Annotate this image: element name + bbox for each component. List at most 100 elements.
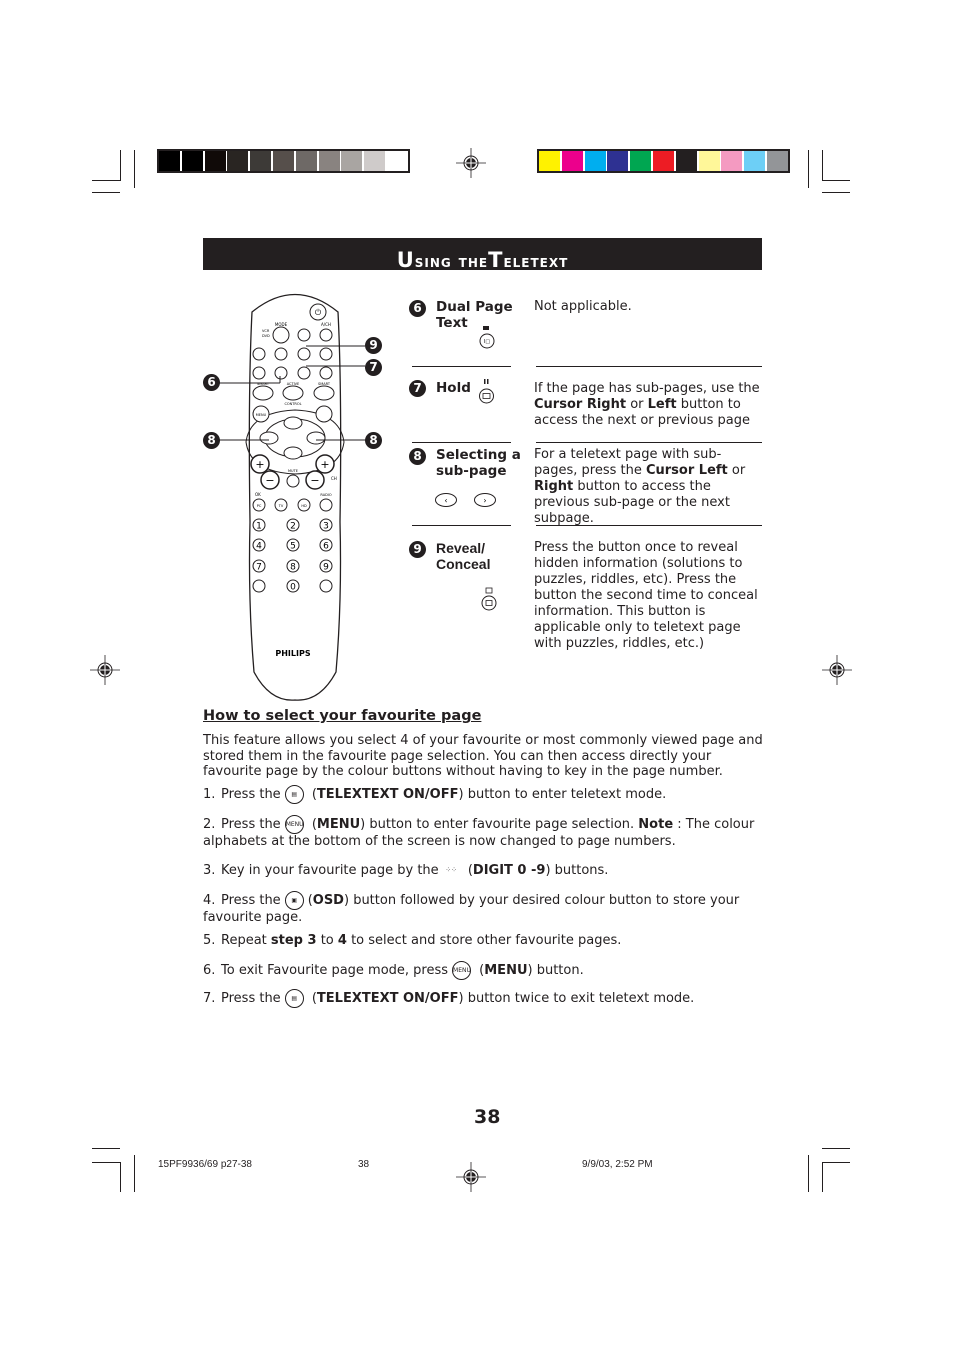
title-text: eletext: [503, 252, 569, 272]
footer-timestamp: 9/9/03, 2:52 PM: [582, 1159, 653, 1170]
remote-label-mute: MUTE: [288, 469, 298, 473]
crop-mark: [120, 150, 121, 181]
digit-keypad-icon: ⁘⁘: [445, 866, 458, 874]
color-swatch: [698, 151, 720, 171]
color-swatch: [539, 151, 560, 171]
remote-label-vcr: VCR: [262, 329, 270, 333]
crop-mark: [92, 192, 120, 193]
digit-label: 9: [323, 563, 329, 573]
feature-number: 9: [409, 541, 426, 558]
intro-paragraph: This feature allows you select 4 of your…: [203, 733, 763, 779]
menu-icon: MENU: [284, 815, 304, 834]
svg-text:I□: I□: [484, 339, 490, 345]
color-swatch: [744, 151, 766, 171]
grayscale-color-bar: [157, 149, 410, 173]
color-swatch: [652, 151, 674, 171]
step-5: 5. Repeat step 3 to 4 to select and store…: [203, 933, 622, 948]
footer-page: 38: [358, 1159, 370, 1170]
remote-label-menu: MENU: [256, 413, 267, 417]
section-title: Using the Teletext: [203, 238, 762, 272]
hold-icon: [479, 379, 494, 404]
svg-text:›: ›: [483, 496, 486, 505]
function-key: [252, 579, 266, 593]
remote-label-pc: PC: [257, 504, 262, 508]
teletext-icon: ▤: [284, 989, 304, 1008]
feature-number: 8: [409, 448, 426, 465]
crop-mark: [808, 150, 809, 188]
title-initial: U: [396, 248, 415, 272]
color-swatch: [675, 151, 697, 171]
color-swatch: [204, 151, 226, 171]
step-2: 2. Press the MENU (MENU) button to enter f…: [203, 815, 755, 849]
process-color-bar: [537, 149, 790, 173]
svg-text:⏻: ⏻: [315, 308, 322, 317]
remote-label-radio: RADIO: [320, 493, 331, 497]
remote-label-dvd: DVD: [262, 334, 270, 338]
crop-mark: [822, 150, 823, 181]
remote-brand-logo: PHILIPS: [275, 649, 310, 658]
remote-label-ok: OK: [255, 492, 261, 497]
remote-label-active: ACTIVE: [287, 382, 300, 386]
digit-label: 1: [256, 522, 262, 532]
crop-mark: [92, 180, 120, 181]
function-key: [319, 579, 333, 593]
remote-label-tv: TV: [278, 504, 284, 508]
digit-label: 4: [256, 542, 262, 552]
feature-label: Dual Page Text: [436, 299, 513, 331]
crop-mark: [822, 1148, 850, 1149]
feature-label: Selecting a sub-page: [436, 447, 521, 479]
callout-8-right: 8: [365, 432, 382, 449]
teletext-icon: ▤: [284, 785, 304, 804]
feature-description: Press the button once to reveal hidden i…: [534, 540, 758, 651]
digit-label: 0: [290, 583, 296, 593]
feature-label: Reveal/Conceal: [436, 540, 491, 572]
color-swatch: [607, 151, 629, 171]
remote-label-smart: SMART: [318, 382, 331, 386]
color-swatch: [341, 151, 363, 171]
color-swatch: [272, 151, 294, 171]
crop-mark: [822, 1162, 850, 1163]
dual-page-icon: I□: [479, 326, 495, 349]
callout-7: 7: [365, 359, 382, 376]
color-swatch: [721, 151, 743, 171]
crop-mark: [808, 1155, 809, 1192]
divider: [412, 525, 511, 526]
crop-mark: [822, 180, 850, 181]
crop-mark: [134, 1155, 135, 1192]
digit-label: 7: [256, 563, 262, 573]
divider: [536, 366, 762, 367]
crop-mark: [822, 192, 850, 193]
color-swatch: [181, 151, 203, 171]
digit-label: 6: [323, 542, 329, 552]
divider: [412, 442, 511, 443]
remote-label-ach: A/CH: [321, 322, 331, 327]
svg-text:‹: ‹: [444, 496, 447, 505]
color-swatch: [250, 151, 272, 171]
color-swatch: [295, 151, 317, 171]
feature-description: If the page has sub-pages, use the Curso…: [534, 381, 760, 428]
color-swatch: [630, 151, 652, 171]
divider: [412, 366, 511, 367]
crop-mark: [92, 1148, 120, 1149]
remote-label-hd: HD: [301, 504, 307, 508]
color-swatch: [561, 151, 583, 171]
osd-icon: ▣: [284, 891, 304, 910]
footer-file: 15PF9936/69 p27-38: [158, 1159, 252, 1170]
remote-label-mode: MODE: [275, 322, 288, 327]
remote-label-control: CONTROL: [284, 402, 301, 406]
color-swatch: [584, 151, 606, 171]
crop-mark: [120, 1162, 121, 1192]
feature-number: 6: [409, 300, 426, 317]
reveal-icon: [481, 587, 497, 611]
title-text: sing the: [414, 252, 489, 272]
step-6: 6. To exit Favourite page mode, press MENU…: [203, 961, 584, 980]
registration-mark-icon: [822, 655, 852, 685]
registration-mark-icon: [90, 655, 120, 685]
menu-icon: MENU: [452, 961, 472, 980]
remote-label-ch: CH: [331, 476, 337, 481]
color-swatch: [318, 151, 340, 171]
color-swatch: [386, 151, 408, 171]
callout-9: 9: [365, 337, 382, 354]
color-swatch: [364, 151, 386, 171]
feature-description: Not applicable.: [534, 299, 632, 314]
